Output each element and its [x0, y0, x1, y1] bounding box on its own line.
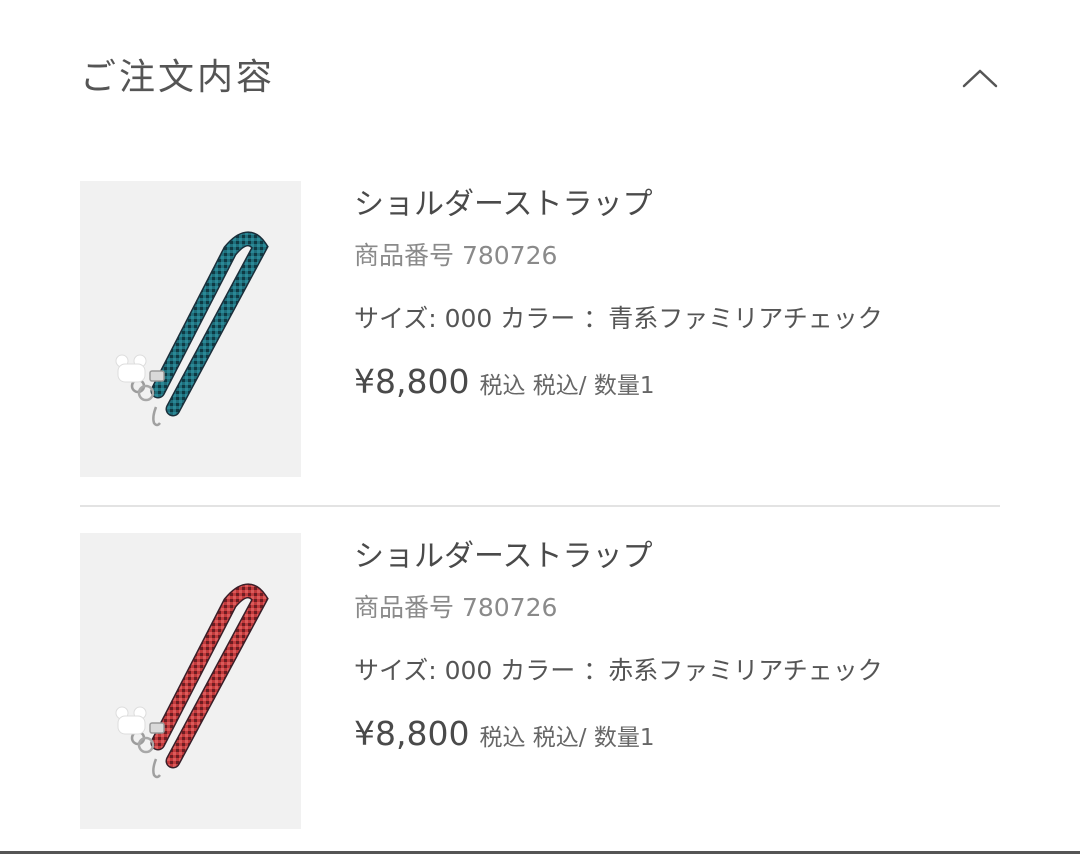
order-contents-header: ご注文内容 — [80, 48, 1000, 108]
product-price-row: ¥8,800 税込 税込/ 数量1 — [354, 361, 654, 409]
shoulder-strap-image — [115, 231, 269, 427]
chevron-up-icon — [962, 69, 998, 88]
section-title: ご注文内容 — [80, 57, 276, 98]
price-tax-quantity: 税込 税込/ 数量1 — [479, 725, 655, 751]
product-number: 商品番号 780726 — [354, 241, 558, 270]
product-variant: サイズ: 000 カラー ：赤系ファミリアチェック — [354, 656, 883, 685]
product-image[interactable] — [80, 181, 301, 477]
product-price: ¥8,800 — [354, 362, 470, 401]
product-name[interactable]: ショルダーストラップ — [354, 185, 653, 225]
shoulder-strap-image — [115, 583, 269, 779]
price-tax-quantity: 税込 税込/ 数量1 — [479, 373, 655, 399]
product-variant: サイズ: 000 カラー ：青系ファミリアチェック — [354, 304, 883, 333]
item-divider — [80, 505, 1000, 507]
product-number: 商品番号 780726 — [354, 593, 558, 622]
product-price: ¥8,800 — [354, 714, 470, 753]
collapse-toggle-button[interactable] — [960, 60, 1000, 96]
product-name[interactable]: ショルダーストラップ — [354, 537, 653, 577]
product-image[interactable] — [80, 533, 301, 829]
order-item: ショルダーストラップ 商品番号 780726 サイズ: 000 カラー ：青系フ… — [80, 181, 1000, 477]
product-price-row: ¥8,800 税込 税込/ 数量1 — [354, 713, 654, 761]
order-item: ショルダーストラップ 商品番号 780726 サイズ: 000 カラー ：赤系フ… — [80, 533, 1000, 829]
